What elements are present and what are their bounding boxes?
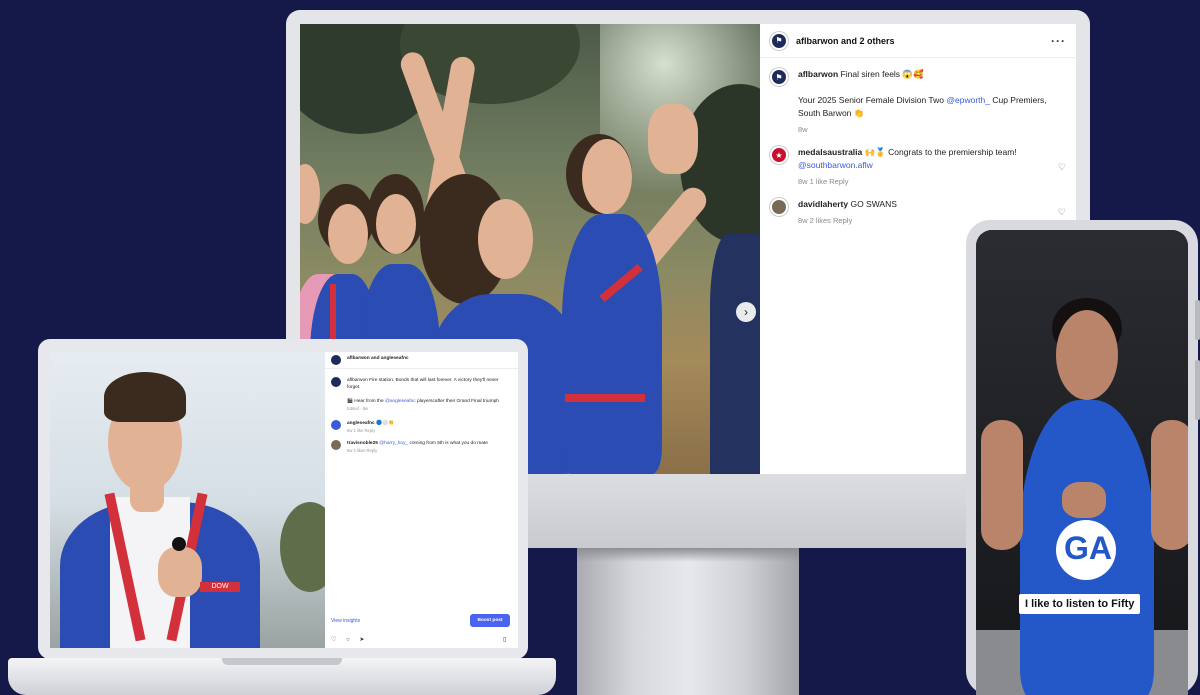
mention-link[interactable]: @angleseafnc — [385, 399, 416, 404]
comment-meta: 8w 1 like Reply — [798, 177, 849, 186]
comment-meta: 8w 1 like Reply — [347, 428, 376, 433]
bookmark-icon[interactable]: ▯ — [503, 636, 510, 643]
laptop-screen: DOW aflbarwon and angleseafnc aflbarwon … — [50, 352, 518, 648]
instagram-post-panel: aflbarwon and angleseafnc aflbarwon Fire… — [325, 352, 518, 648]
commenter-avatar[interactable] — [770, 198, 788, 216]
caption-line-2: 🎬 Hear from the — [347, 399, 385, 404]
commenter-avatar[interactable] — [331, 420, 341, 430]
post-caption: aflbarwon Fire station. Bonds that will … — [347, 377, 512, 412]
action-icons[interactable]: ♡ ○ ➤ — [331, 636, 368, 643]
comment-username[interactable]: angleseafnc — [347, 421, 375, 426]
laptop-notch — [222, 658, 342, 665]
caption-meta: Edited · 8w — [347, 406, 368, 411]
post-author[interactable]: aflbarwon and angleseafnc — [347, 355, 512, 365]
comment-text: 🔵⚪👏 — [376, 421, 394, 426]
mention-link[interactable]: @harry_hoy_ — [379, 441, 408, 446]
mention-link[interactable]: @epworth_ — [946, 95, 990, 105]
imac-stand-shadow — [577, 548, 799, 562]
comment-username[interactable]: travisnoble25 — [347, 441, 378, 446]
comment: angleseafnc 🔵⚪👏 8w 1 like Reply — [325, 412, 518, 434]
caption-username[interactable]: aflbarwon — [798, 69, 838, 79]
comment: travisnoble25 @harry_hoy_ coming from 5t… — [325, 434, 518, 454]
more-options-icon[interactable]: ··· — [1051, 34, 1066, 48]
commenter-avatar[interactable] — [331, 440, 341, 450]
jersey-position: GA — [1064, 530, 1112, 566]
mention-link[interactable]: @southbarwon.aflw — [798, 160, 873, 170]
like-heart-icon[interactable]: ♡ — [1058, 162, 1066, 173]
comment-meta: 8w 2 likes Reply — [347, 448, 378, 453]
caption-line-1: Final siren feels 😱🥰 — [840, 69, 924, 79]
post-caption: aflbarwon Final siren feels 😱🥰 Your 2025… — [798, 68, 1066, 136]
caption-time: 8w — [798, 125, 808, 134]
caption-avatar[interactable] — [331, 377, 341, 387]
comment-username[interactable]: medalsaustralia — [798, 147, 862, 157]
profile-avatar[interactable]: ⚑ — [770, 31, 788, 50]
comment-text: 🙌🥇 Congrats to the premiership team! — [864, 147, 1017, 157]
comment-text: GO SWANS — [850, 199, 897, 209]
profile-avatar[interactable] — [331, 355, 341, 365]
like-heart-icon[interactable]: ♡ — [1058, 207, 1066, 218]
boost-post-button[interactable]: Boost post — [470, 614, 510, 627]
caption-line-1: aflbarwon Fire station. Bonds that will … — [347, 378, 499, 390]
next-photo-button[interactable]: › — [736, 302, 756, 322]
commenter-avatar[interactable]: ★ — [770, 146, 788, 164]
caption-line-2: Your 2025 Senior Female Division Two — [798, 95, 947, 105]
post-header: ⚑ aflbarwon and 2 others ··· — [760, 24, 1076, 58]
phone-button — [1195, 300, 1200, 340]
caption-line-2-end: playerscafter their Grand Final triumph — [415, 399, 499, 404]
comment: ★ medalsaustralia 🙌🥇 Congrats to the pre… — [760, 136, 1076, 188]
comment-text: coming from 5th is what you do mate — [408, 441, 488, 446]
phone-button — [1195, 360, 1200, 420]
view-insights-link[interactable]: View insights — [331, 618, 360, 624]
caption-avatar[interactable]: ⚑ — [770, 68, 788, 86]
post-photo-player: DOW — [50, 352, 325, 648]
imac-stand — [577, 548, 799, 695]
video-caption: I like to listen to Fifty — [1019, 594, 1141, 614]
post-author[interactable]: aflbarwon and 2 others — [796, 36, 1051, 46]
comment-username[interactable]: davidlaherty — [798, 199, 848, 209]
reel-video[interactable]: GA I like to listen to Fifty — [976, 230, 1188, 695]
